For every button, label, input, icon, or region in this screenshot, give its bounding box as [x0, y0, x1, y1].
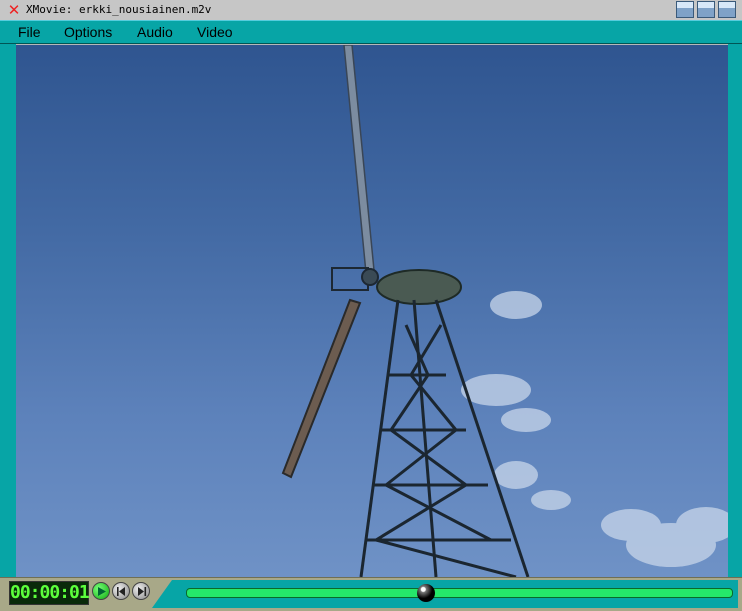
step-back-button[interactable] — [112, 582, 130, 600]
menu-audio[interactable]: Audio — [137, 24, 173, 40]
step-back-icon — [117, 587, 125, 596]
seek-bar[interactable] — [186, 588, 733, 598]
step-forward-button[interactable] — [132, 582, 150, 600]
control-bar: 00:00:01 — [0, 577, 742, 611]
maximize-button[interactable] — [697, 1, 715, 18]
time-display: 00:00:01 — [9, 581, 90, 605]
video-frame-left — [0, 44, 16, 577]
play-icon — [98, 587, 106, 596]
play-button[interactable] — [92, 582, 110, 600]
step-forward-icon — [138, 587, 147, 596]
menu-options[interactable]: Options — [64, 24, 112, 40]
menu-bar: File Options Audio Video — [0, 20, 742, 44]
shade-button[interactable] — [718, 1, 736, 18]
window-title: XMovie: erkki_nousiainen.m2v — [26, 3, 212, 16]
menu-file[interactable]: File — [18, 24, 41, 40]
window-controls — [676, 1, 736, 19]
video-area[interactable] — [16, 45, 728, 577]
seek-knob[interactable] — [416, 584, 435, 602]
video-frame-right — [728, 44, 742, 577]
title-bar: ✕ XMovie: erkki_nousiainen.m2v — [0, 0, 742, 21]
close-icon[interactable]: ✕ — [6, 2, 22, 18]
video-frame-image — [281, 45, 728, 577]
minimize-button[interactable] — [676, 1, 694, 18]
menu-video[interactable]: Video — [197, 24, 233, 40]
